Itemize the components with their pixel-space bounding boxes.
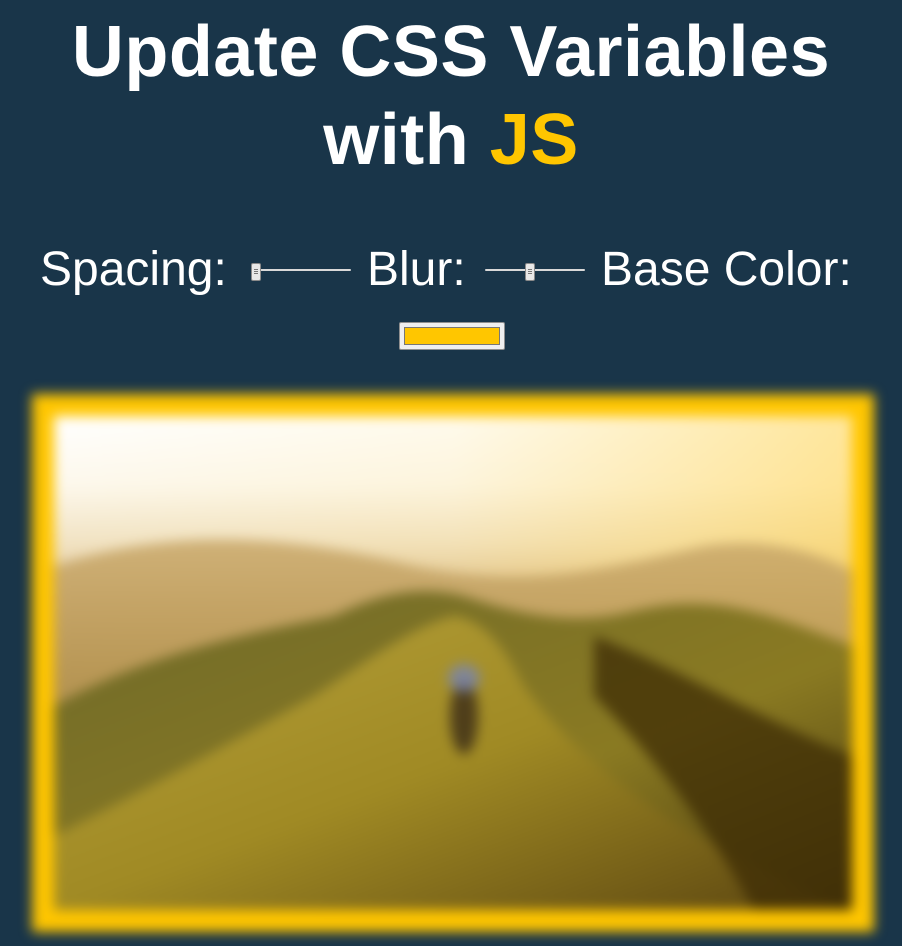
blur-label: Blur:: [367, 243, 466, 296]
page-title: Update CSS Variables with JS: [0, 8, 902, 184]
blur-slider[interactable]: [485, 260, 585, 281]
spacing-label: Spacing:: [40, 243, 227, 296]
page-title-with: with: [323, 100, 490, 180]
spacing-slider-track[interactable]: [251, 269, 351, 271]
blur-slider-track[interactable]: [485, 269, 585, 271]
blur-slider-thumb[interactable]: [525, 263, 535, 281]
base-color-label: Base Color:: [601, 243, 852, 296]
controls: Spacing: Blur: Base Color:: [0, 240, 902, 300]
page-title-main: Update CSS Variables: [71, 12, 831, 92]
base-color-picker[interactable]: [399, 322, 505, 350]
image-frame: [32, 394, 874, 932]
landscape-image: [54, 416, 852, 910]
spacing-slider[interactable]: [251, 260, 351, 281]
page: Update CSS Variables with JS Spacing: Bl…: [0, 0, 902, 946]
spacing-slider-thumb[interactable]: [251, 263, 261, 281]
landscape-illustration: [54, 416, 852, 910]
base-color-swatch[interactable]: [404, 327, 500, 345]
page-title-highlight: JS: [489, 100, 579, 180]
